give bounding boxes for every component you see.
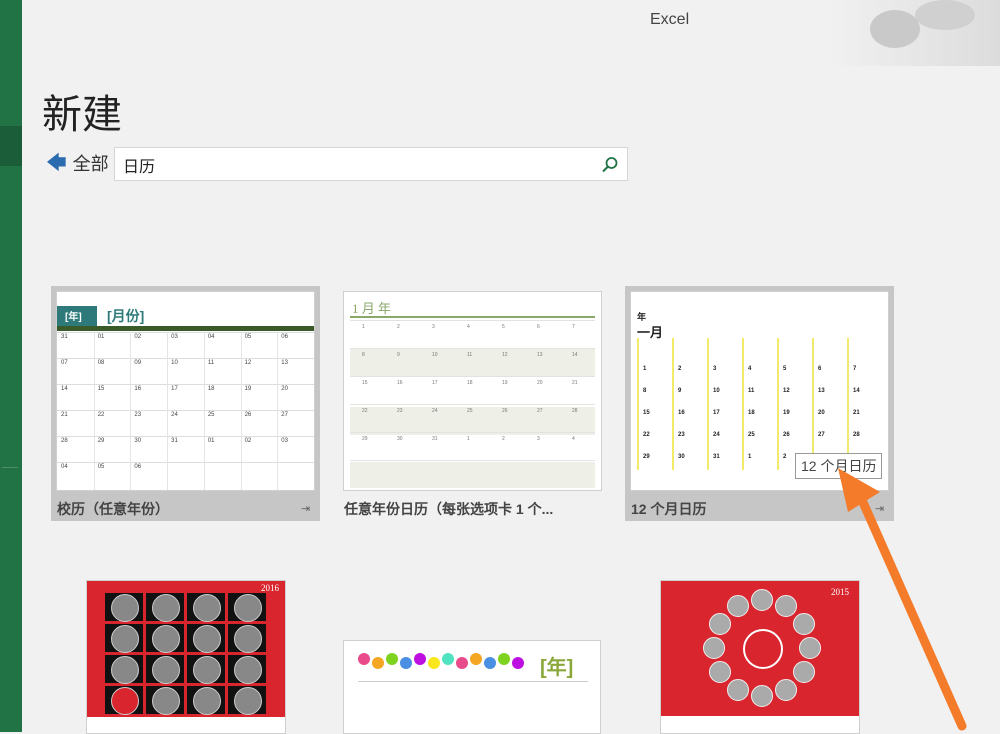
annotation-arrow: [838, 468, 967, 731]
